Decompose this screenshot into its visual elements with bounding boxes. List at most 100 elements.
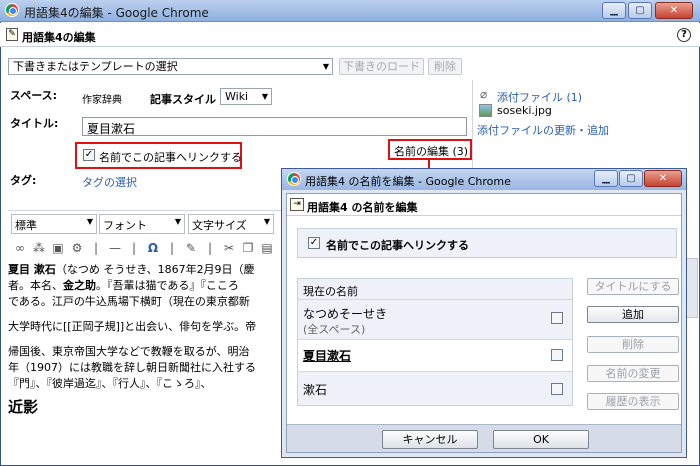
list-item[interactable]: なつめそーせき (全スペース): [298, 299, 572, 339]
image-icon[interactable]: ▣: [50, 240, 66, 256]
image-file-icon: [479, 104, 492, 117]
dialog-minimize-button[interactable]: ▁: [594, 170, 618, 187]
dialog-close-button[interactable]: ✕: [644, 170, 682, 187]
separator-icon: |: [207, 241, 213, 255]
link-option-panel: ✓ 名前でこの記事へリンクする: [297, 228, 677, 258]
list-header: 現在の名前: [298, 279, 572, 299]
delete-draft-button[interactable]: 削除: [428, 58, 462, 75]
page-header: ✎ 用語集4の編集 ?: [0, 23, 700, 47]
dialog-titlebar: 用語集4 の名前を編集 - Google Chrome ▁ ▢ ✕: [282, 169, 686, 190]
manage-attachments-link[interactable]: 添付ファイルの更新・追加: [477, 122, 609, 138]
maximize-button[interactable]: ▢: [628, 2, 652, 19]
separator-icon: |: [131, 241, 137, 255]
ok-button[interactable]: OK: [493, 430, 589, 449]
names-edit-link[interactable]: 名前の編集 (3): [394, 143, 468, 159]
horizontal-rule-icon[interactable]: —: [107, 240, 123, 256]
scrollbar[interactable]: [686, 258, 698, 318]
edit-icon: ✎: [6, 28, 18, 41]
title-label: タイトル:: [10, 117, 59, 130]
cancel-button[interactable]: キャンセル: [382, 430, 478, 449]
attachments-link[interactable]: 添付ファイル (1): [497, 89, 582, 105]
cut-icon[interactable]: ✂: [221, 240, 237, 256]
window-titlebar: 用語集4の編集 - Google Chrome ▁ ▢ ✕: [0, 0, 700, 22]
rename-button[interactable]: 名前の変更: [587, 365, 679, 382]
article-style-value: Wiki: [225, 90, 249, 103]
dialog-maximize-button[interactable]: ▢: [619, 170, 643, 187]
dialog-footer: キャンセル OK: [287, 424, 681, 452]
format-select[interactable]: 標準 ▼: [11, 214, 97, 234]
article-style-label: 記事スタイル: [150, 93, 216, 106]
paperclip-icon: ⌀: [480, 87, 488, 101]
history-button[interactable]: 履歴の表示: [587, 393, 679, 410]
list-item[interactable]: 漱石: [298, 371, 572, 405]
paragraph: 帰国後、東京帝国大学などで教鞭を取るが、明治 年（1907）には教職を辞し朝日新…: [8, 344, 298, 392]
paste-icon[interactable]: ▤: [259, 240, 275, 256]
list-header-label: 現在の名前: [303, 285, 358, 298]
font-select[interactable]: フォント ▼: [99, 214, 185, 234]
names-list: 現在の名前 なつめそーせき (全スペース) 夏目漱石 漱石: [297, 278, 573, 406]
dialog-link-checkbox[interactable]: ✓: [308, 237, 320, 249]
section-heading: 近影: [8, 398, 39, 416]
close-button[interactable]: ✕: [655, 2, 693, 19]
separator-icon: |: [169, 241, 175, 255]
chevron-down-icon: ▼: [86, 217, 93, 226]
link-checkbox-label: 名前でこの記事へリンクする: [99, 151, 242, 164]
load-draft-button[interactable]: 下書きのロード: [339, 58, 424, 75]
name-scope: (全スペース): [303, 323, 366, 336]
template-select-value: 下書きまたはテンプレートの選択: [13, 60, 178, 73]
divider: [472, 80, 473, 180]
page-title: 用語集4の編集: [22, 31, 96, 44]
unlink-icon[interactable]: ⁂: [31, 240, 47, 256]
font-value: フォント: [103, 219, 147, 232]
text: （なつめ そうせき、1867年2月9日（慶: [55, 263, 255, 276]
tags-select-link[interactable]: タグの選択: [82, 174, 137, 190]
chevron-down-icon: ▼: [322, 62, 329, 71]
copy-icon[interactable]: ❐: [240, 240, 256, 256]
name-text: 漱石: [303, 383, 328, 397]
paragraph: 大学時代に[[正岡子規]]と出会い、俳句を学ぶ。帝: [8, 319, 298, 335]
editor-content[interactable]: 夏目 漱石（なつめ そうせき、1867年2月9日（慶 者。本名、金之助。『吾輩は…: [8, 262, 298, 466]
tags-label: タグ:: [10, 174, 37, 187]
name-text: なつめそーせき: [303, 307, 388, 321]
delete-name-button[interactable]: 削除: [587, 336, 679, 353]
add-name-button[interactable]: 追加: [587, 306, 679, 323]
dialog-title: 用語集4 の名前を編集: [307, 201, 418, 214]
space-value: 作家辞典: [82, 95, 122, 106]
font-size-value: 文字サイズ: [192, 219, 247, 232]
editor-icon-row: ∞ ⁂ ▣ ⚙ | — | Ω | ✎ | ✂ ❐ ▤: [12, 240, 282, 258]
edit-names-dialog: 用語集4 の名前を編集 - Google Chrome ▁ ▢ ✕ ⇥ 用語集4…: [281, 168, 687, 458]
chevron-down-icon: ▼: [263, 217, 270, 226]
attachment-file[interactable]: soseki.jpg: [497, 104, 552, 117]
settings-icon[interactable]: ⚙: [69, 240, 85, 256]
chrome-icon: [287, 172, 301, 186]
minimize-button[interactable]: ▁: [602, 2, 626, 19]
dialog-header: ⇥ 用語集4 の名前を編集: [287, 194, 681, 216]
omega-icon[interactable]: Ω: [145, 240, 161, 256]
article-style-select[interactable]: Wiki ▼: [220, 88, 272, 105]
text: 帰国後、東京帝国大学などで教鞭を取るが、明治: [8, 345, 250, 358]
chevron-down-icon: ▼: [174, 217, 181, 226]
separator-icon: |: [93, 241, 99, 255]
make-title-button[interactable]: タイトルにする: [587, 278, 679, 295]
link-icon[interactable]: ∞: [12, 240, 28, 256]
title-input[interactable]: 夏目漱石: [82, 117, 467, 136]
font-size-select[interactable]: 文字サイズ ▼: [188, 214, 274, 234]
text: 年（1907）には教職を辞し朝日新聞社に入社する: [8, 361, 256, 374]
name-checkbox[interactable]: [551, 349, 563, 361]
edit-icon[interactable]: ✎: [183, 240, 199, 256]
text: である。江戸の牛込馬場下横町（現在の東京都新: [8, 295, 250, 308]
text: 『門』、『彼岸過迄』、『行人』、『こゝろ』、: [8, 377, 212, 390]
dialog-link-label: 名前でこの記事へリンクする: [326, 239, 469, 252]
rename-icon: ⇥: [290, 198, 304, 211]
link-checkbox[interactable]: ✓: [83, 149, 95, 161]
window-title: 用語集4の編集 - Google Chrome: [24, 6, 209, 20]
format-value: 標準: [15, 219, 37, 232]
name-checkbox[interactable]: [551, 383, 563, 395]
list-item[interactable]: 夏目漱石: [298, 339, 572, 371]
space-label: スペース:: [10, 89, 58, 102]
help-icon[interactable]: ?: [677, 28, 691, 42]
template-select[interactable]: 下書きまたはテンプレートの選択 ▼: [8, 58, 333, 75]
name-checkbox[interactable]: [551, 312, 563, 324]
text: 。『吾輩は猫である』『こころ: [96, 279, 239, 292]
chevron-down-icon: ▼: [261, 92, 268, 101]
